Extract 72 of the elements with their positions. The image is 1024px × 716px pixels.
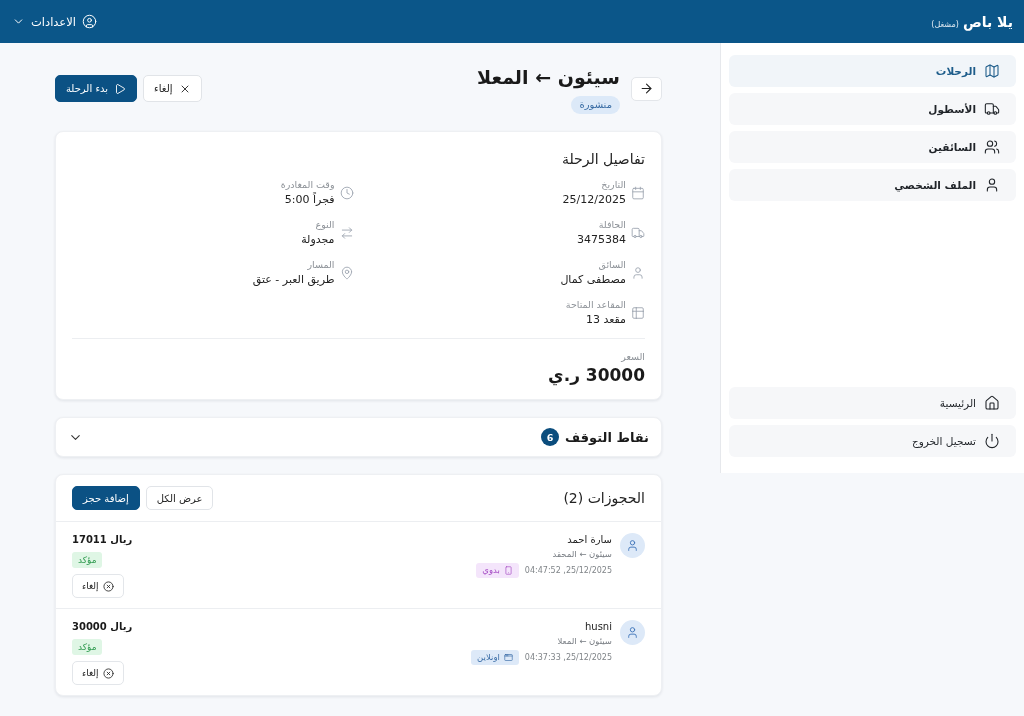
- map-pin-icon: [339, 266, 354, 280]
- booking-amount: ريال 17011: [72, 533, 133, 546]
- trip-title: سيئون ← المعلا: [477, 65, 620, 91]
- cancel-button[interactable]: إلغاء: [143, 75, 202, 102]
- view-all-button[interactable]: عرض الكل: [145, 486, 214, 510]
- passenger-name: سارة احمد: [567, 533, 612, 546]
- sidebar-item[interactable]: الرحلات: [729, 55, 1016, 87]
- home-icon: [984, 395, 1000, 411]
- cancel-booking-button[interactable]: إلغاء: [72, 574, 124, 598]
- field-label: المقاعد المتاحة: [565, 298, 626, 312]
- count-badge: 6: [541, 428, 560, 446]
- x-circle-icon: [102, 667, 114, 679]
- field-label: الحافلة: [598, 218, 626, 232]
- user-icon: [984, 177, 1000, 193]
- field-value: مصطفى كمال: [560, 272, 626, 288]
- truck-icon: [631, 226, 645, 240]
- user-circle-icon: [82, 14, 97, 29]
- x-circle-icon: [102, 580, 114, 592]
- source-label: بدوي: [482, 564, 500, 577]
- add-booking-button[interactable]: إضافة حجز: [72, 486, 140, 510]
- status-badge: مؤكد: [72, 552, 103, 568]
- smartphone-icon: [503, 566, 513, 575]
- user-avatar-icon: [620, 533, 645, 558]
- app-name: يلا باص: [962, 13, 1013, 30]
- field-value: 25/12/2025: [562, 192, 626, 208]
- user-avatar-icon: [620, 620, 645, 645]
- field-value: طريق العبر - عتق: [252, 272, 335, 288]
- status-badge: مؤكد: [72, 639, 103, 655]
- booking-amount: ريال 30000: [72, 620, 133, 633]
- sidebar-item[interactable]: تسجيل الخروج: [729, 425, 1016, 457]
- field-label: النوع: [315, 218, 335, 232]
- user-icon: [631, 266, 645, 280]
- start-trip-button[interactable]: بدء الرحلة: [55, 75, 138, 102]
- price-label: السعر: [621, 350, 645, 364]
- field-label: المسار: [307, 258, 335, 272]
- passenger-name: husni: [585, 620, 612, 633]
- arrow-right-icon: [639, 81, 654, 96]
- status-badge: منشورة: [571, 96, 620, 114]
- users-icon: [984, 139, 1000, 155]
- clock-icon: [339, 186, 354, 200]
- swap-arrows-icon: [339, 226, 354, 240]
- power-icon: [984, 433, 1000, 449]
- calendar-icon: [631, 186, 645, 200]
- sidebar-item[interactable]: الرئيسية: [729, 387, 1016, 419]
- field-value: فجراً 5:00: [284, 192, 335, 208]
- truck-icon: [984, 101, 1000, 117]
- route-text: سيئون ← المحقد: [552, 548, 612, 561]
- field-label: وقت المغادرة: [280, 178, 335, 192]
- card-title: الحجوزات (2): [563, 489, 645, 509]
- cancel-booking-button[interactable]: إلغاء: [72, 661, 124, 685]
- sidebar-item[interactable]: السائقين: [729, 131, 1016, 163]
- price-value: 30000 ر.ي: [548, 364, 645, 386]
- field-value: مقعد 13: [585, 312, 626, 328]
- booking-time: 25/12/2025, 04:47:52: [524, 565, 612, 577]
- play-icon: [114, 82, 127, 95]
- route-text: سيئون ← المعلا: [557, 635, 612, 648]
- booking-time: 25/12/2025, 04:37:33: [524, 652, 612, 664]
- role-label: (مشغل): [931, 19, 959, 29]
- sidebar-item[interactable]: الملف الشخصي: [729, 169, 1016, 201]
- map-icon: [984, 63, 1000, 79]
- field-value: مجدولة: [301, 232, 335, 248]
- back-button[interactable]: [631, 76, 662, 101]
- source-label: اونلاين: [477, 651, 500, 664]
- field-label: التاريخ: [601, 178, 626, 192]
- settings-menu-button[interactable]: الاعدادات: [12, 12, 97, 31]
- table-icon: [631, 306, 645, 320]
- stops-title: نقاط التوقف: [565, 429, 649, 445]
- sidebar-item[interactable]: الأسطول: [729, 93, 1016, 125]
- field-value: 3475384: [577, 232, 626, 248]
- browser-window-icon: [503, 653, 513, 662]
- card-title: تفاصيل الرحلة: [560, 150, 645, 169]
- field-label: السائق: [598, 258, 626, 272]
